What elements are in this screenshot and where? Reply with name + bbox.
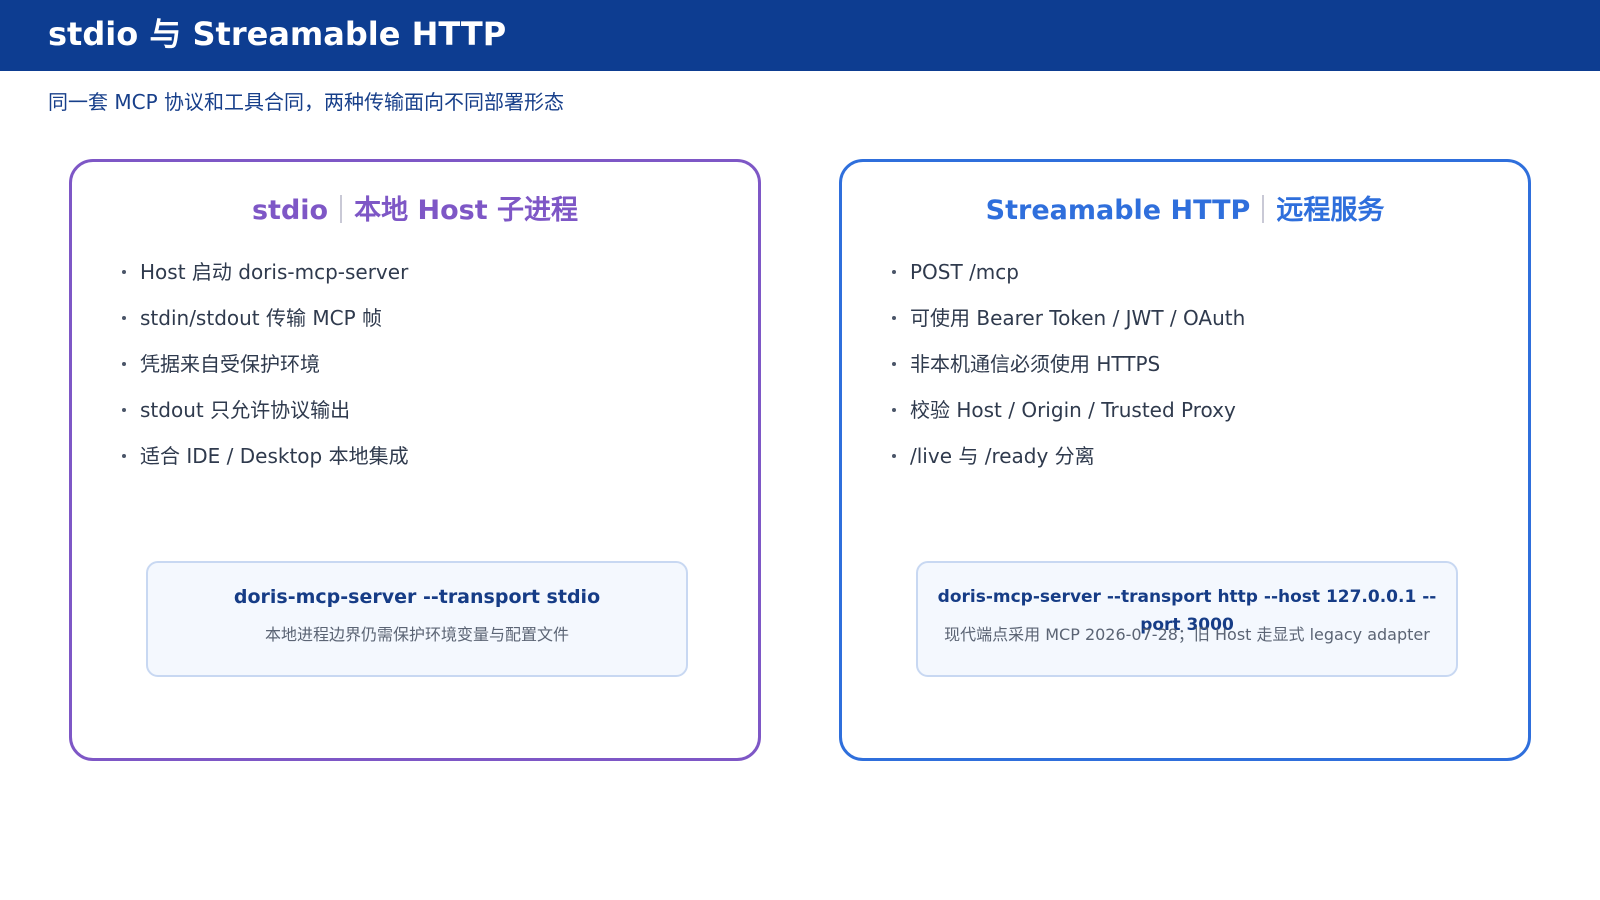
stdio-card: stdio 本地 Host 子进程 Host 启动 doris-mcp-serve… [69, 159, 761, 761]
list-item: 凭据来自受保护环境 [122, 349, 409, 395]
http-card: Streamable HTTP 远程服务 POST /mcp 可使用 Bearer… [839, 159, 1531, 761]
bullet-icon [122, 408, 126, 412]
stdio-card-title: stdio 本地 Host 子进程 [72, 192, 758, 230]
stdio-title-main: stdio [251, 195, 329, 226]
http-command-note: 现代端点采用 MCP 2026-07-28；旧 Host 走显式 legacy … [944, 625, 1430, 644]
http-feature-list: POST /mcp 可使用 Bearer Token / JWT / OAuth… [892, 257, 1245, 487]
bullet-icon [892, 270, 896, 274]
list-item: 校验 Host / Origin / Trusted Proxy [892, 395, 1245, 441]
title-separator [340, 195, 343, 223]
bullet-icon [122, 316, 126, 320]
http-title-main: Streamable HTTP [985, 195, 1251, 226]
stdio-command-note: 本地进程边界仍需保护环境变量与配置文件 [264, 625, 569, 644]
list-item: 适合 IDE / Desktop 本地集成 [122, 441, 409, 487]
stdio-feature-list: Host 启动 doris-mcp-server stdin/stdout 传输… [122, 257, 409, 487]
bullet-icon [892, 316, 896, 320]
bullet-icon [122, 270, 126, 274]
bullet-icon [892, 362, 896, 366]
bullet-icon [892, 454, 896, 458]
list-item: 可使用 Bearer Token / JWT / OAuth [892, 303, 1245, 349]
list-item: stdout 只允许协议输出 [122, 395, 409, 441]
bullet-icon [122, 454, 126, 458]
page-title: stdio 与 Streamable HTTP [48, 15, 507, 53]
list-item: Host 启动 doris-mcp-server [122, 257, 409, 303]
list-item: /live 与 /ready 分离 [892, 441, 1245, 487]
list-item: stdin/stdout 传输 MCP 帧 [122, 303, 409, 349]
http-command-box: doris-mcp-server --transport http --host… [916, 561, 1458, 677]
http-title-sub: 远程服务 [1276, 195, 1385, 226]
bullet-icon [892, 408, 896, 412]
http-card-title: Streamable HTTP 远程服务 [842, 192, 1528, 230]
stdio-title-sub: 本地 Host 子进程 [354, 195, 579, 226]
title-separator [1262, 195, 1265, 223]
stdio-command-box: doris-mcp-server --transport stdio 本地进程边… [146, 561, 688, 677]
bullet-icon [122, 362, 126, 366]
list-item: POST /mcp [892, 257, 1245, 303]
header-bar: stdio 与 Streamable HTTP [0, 0, 1600, 71]
list-item: 非本机通信必须使用 HTTPS [892, 349, 1245, 395]
page-subtitle: 同一套 MCP 协议和工具合同，两种传输面向不同部署形态 [48, 90, 564, 114]
stdio-command: doris-mcp-server --transport stdio [233, 586, 601, 608]
